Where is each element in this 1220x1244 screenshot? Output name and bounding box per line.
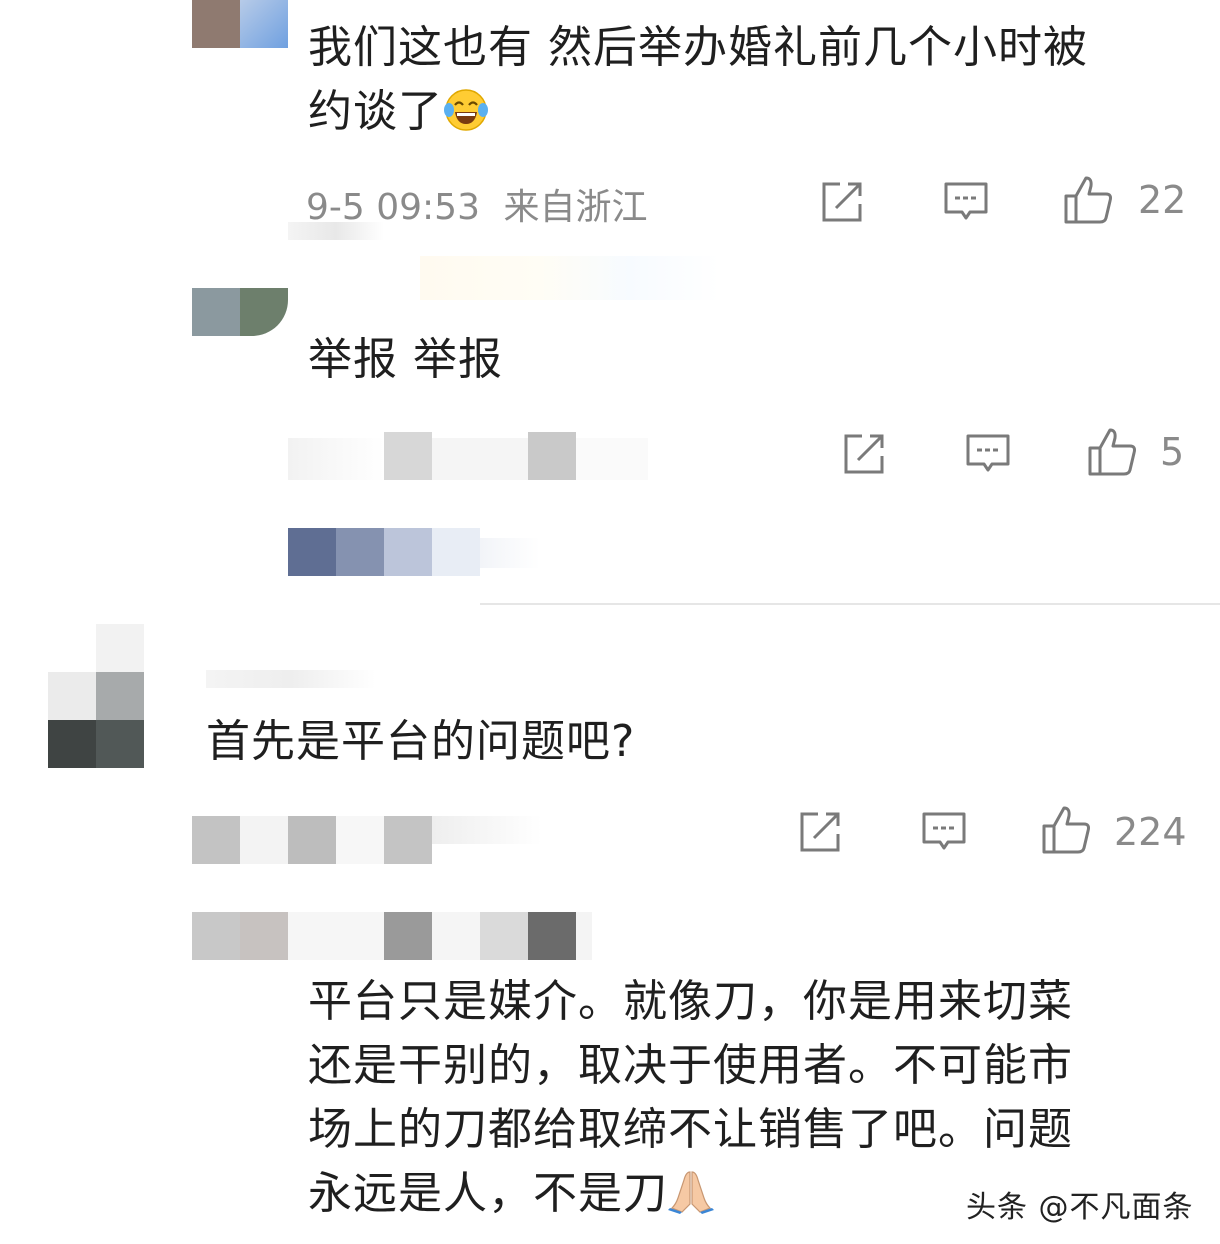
comment-text: 我们这也有 然后举办婚礼前几个小时被 约谈了	[308, 16, 1188, 144]
thumbs-up-icon	[1064, 176, 1112, 224]
comment-text: 首先是平台的问题吧?	[206, 716, 636, 767]
blurred-reply-header	[192, 912, 592, 960]
comment-bubble-icon	[966, 434, 1010, 472]
meta-blur	[288, 222, 384, 240]
blurred-username	[206, 670, 376, 688]
share-icon	[800, 812, 840, 852]
share-icon	[844, 434, 884, 474]
blurred-username	[420, 256, 720, 300]
comment-bubble-icon	[944, 182, 988, 220]
laughing-tears-emoji-icon	[444, 89, 488, 131]
reply-button[interactable]	[920, 808, 968, 856]
share-button[interactable]	[796, 808, 844, 856]
comment-text-line: 约谈了	[308, 80, 1188, 144]
comment-bubble-icon	[922, 812, 966, 850]
blurred-view-replies[interactable]	[288, 528, 548, 576]
like-button[interactable]	[1040, 804, 1092, 856]
like-count: 22	[1138, 178, 1187, 222]
share-icon	[822, 182, 862, 222]
blurred-meta	[192, 816, 552, 864]
comment-text-line: 我们这也有 然后举办婚礼前几个小时被	[308, 22, 1088, 73]
comment-text-fragment: 约谈了	[308, 86, 443, 137]
comment-text-line: 场上的刀都给取缔不让销售了吧。问题	[308, 1104, 1073, 1155]
like-count: 5	[1160, 430, 1185, 474]
blurred-meta	[288, 432, 648, 480]
share-button[interactable]	[818, 178, 866, 226]
comment-location: 来自浙江	[503, 187, 648, 228]
reply-button[interactable]	[964, 430, 1012, 478]
reply-button[interactable]	[942, 178, 990, 226]
comment-text-line: 还是干别的，取决于使用者。不可能市	[308, 1040, 1073, 1091]
like-count: 224	[1114, 810, 1187, 854]
like-button[interactable]	[1086, 426, 1138, 478]
divider	[480, 603, 1220, 605]
comment-text-line: 平台只是媒介。就像刀，你是用来切菜	[308, 976, 1073, 1027]
avatar[interactable]	[192, 0, 288, 48]
avatar[interactable]	[192, 288, 288, 336]
folded-hands-emoji-icon	[668, 1171, 714, 1214]
watermark: 头条 @不凡面条	[966, 1190, 1194, 1225]
thumbs-up-icon	[1088, 428, 1136, 476]
avatar[interactable]	[48, 624, 144, 768]
thumbs-up-icon	[1042, 806, 1090, 854]
comment-text: 举报 举报	[308, 334, 503, 385]
comment-text-fragment: 永远是人，不是刀	[308, 1168, 668, 1219]
share-button[interactable]	[840, 430, 888, 478]
like-button[interactable]	[1062, 174, 1114, 226]
